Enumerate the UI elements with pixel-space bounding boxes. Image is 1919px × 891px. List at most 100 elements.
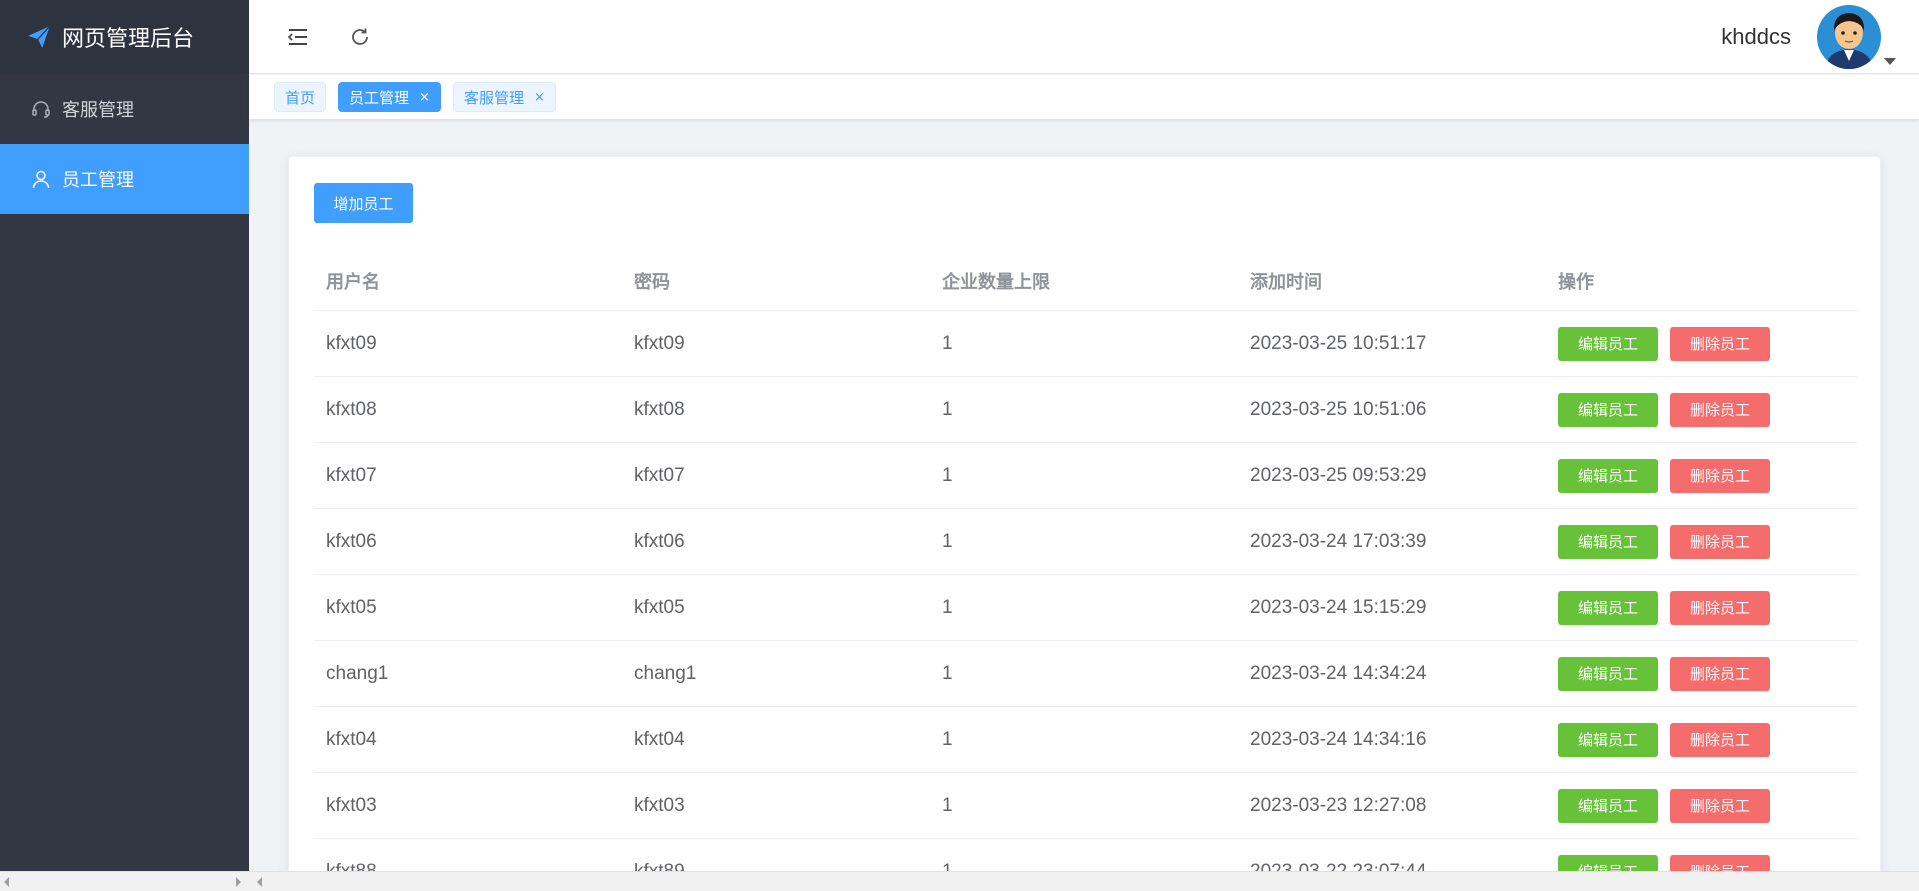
cell-username: chang1: [326, 662, 389, 684]
sidebar-item-label: 员工管理: [62, 170, 134, 191]
cell-password: kfxt04: [634, 728, 685, 750]
sidebar-item-employee[interactable]: 员工管理: [0, 144, 249, 214]
tag-home[interactable]: 首页: [274, 82, 327, 112]
edit-employee-button[interactable]: 编辑员工: [1558, 656, 1658, 691]
cell-password: kfxt03: [634, 794, 685, 816]
cell-username: kfxt05: [326, 596, 377, 618]
scroll-right-icon[interactable]: [236, 877, 241, 887]
cell-username: kfxt09: [326, 332, 377, 354]
cell-limit: 1: [942, 464, 953, 486]
cell-password: kfxt06: [634, 530, 685, 552]
tags-bar: 首页 员工管理 × 客服管理 ×: [249, 75, 1919, 119]
cell-actions: 编辑员工删除员工: [1546, 656, 1857, 691]
sidebar: 网页管理后台 客服管理 员工管理: [0, 0, 249, 871]
user-icon: [30, 168, 52, 190]
edit-employee-button[interactable]: 编辑员工: [1558, 392, 1658, 427]
cell-time: 2023-03-24 17:03:39: [1250, 530, 1427, 552]
edit-employee-button[interactable]: 编辑员工: [1558, 788, 1658, 823]
table-row: kfxt09 kfxt09 1 2023-03-25 10:51:17 编辑员工 删除员工: [314, 311, 1857, 377]
refresh-icon[interactable]: [345, 22, 375, 52]
close-icon[interactable]: ×: [419, 90, 430, 105]
tag-employee[interactable]: 员工管理 ×: [338, 82, 441, 112]
horizontal-scrollbar[interactable]: [0, 871, 1919, 891]
cell-username: kfxt03: [326, 794, 377, 816]
caret-down-icon[interactable]: [1884, 58, 1896, 65]
user-name[interactable]: khddcs: [1721, 24, 1791, 50]
edit-employee-button[interactable]: 编辑员工: [1558, 590, 1658, 625]
cell-time: 2023-03-25 09:53:29: [1250, 464, 1427, 486]
edit-employee-button[interactable]: 编辑员工: [1558, 326, 1658, 361]
avatar[interactable]: [1817, 5, 1881, 69]
cell-limit: 1: [942, 596, 953, 618]
cell-password: kfxt09: [634, 332, 685, 354]
table-body: kfxt09 kfxt09 1 2023-03-25 10:51:17 编辑员工 删除员工…: [314, 311, 1857, 891]
sidebar-item-customer-service[interactable]: 客服管理: [0, 74, 249, 144]
delete-employee-button[interactable]: 删除员工: [1670, 590, 1770, 625]
sidebar-item-label: 客服管理: [62, 100, 134, 121]
close-icon[interactable]: ×: [534, 90, 545, 105]
cell-actions: 编辑员工删除员工: [1546, 392, 1857, 427]
cell-limit: 1: [942, 728, 953, 750]
edit-employee-button[interactable]: 编辑员工: [1558, 458, 1658, 493]
table-header: 用户名 密码 企业数量上限 添加时间 操作: [314, 251, 1857, 311]
brand-title: 网页管理后台: [62, 27, 195, 52]
cell-username: kfxt06: [326, 530, 377, 552]
cell-limit: 1: [942, 662, 953, 684]
column-header-limit: 企业数量上限: [942, 271, 1050, 293]
tag-label: 客服管理: [463, 88, 524, 107]
delete-employee-button[interactable]: 删除员工: [1670, 458, 1770, 493]
delete-employee-button[interactable]: 删除员工: [1670, 656, 1770, 691]
headset-icon: [30, 98, 52, 120]
column-header-time: 添加时间: [1250, 271, 1322, 293]
delete-employee-button[interactable]: 删除员工: [1670, 392, 1770, 427]
cell-password: kfxt05: [634, 596, 685, 618]
cell-time: 2023-03-25 10:51:17: [1250, 332, 1427, 354]
table-row: kfxt06 kfxt06 1 2023-03-24 17:03:39 编辑员工 删除员工: [314, 509, 1857, 575]
delete-employee-button[interactable]: 删除员工: [1670, 722, 1770, 757]
employee-table: 用户名 密码 企业数量上限 添加时间 操作 kfxt09 kfxt09 1 2023-…: [314, 251, 1857, 891]
cell-limit: 1: [942, 398, 953, 420]
column-header-password: 密码: [634, 271, 670, 293]
cell-username: kfxt04: [326, 728, 377, 750]
cell-limit: 1: [942, 794, 953, 816]
tag-customer-service[interactable]: 客服管理 ×: [452, 82, 556, 112]
table-row: kfxt04 kfxt04 1 2023-03-24 14:34:16 编辑员工 删除员工: [314, 707, 1857, 773]
cell-time: 2023-03-24 14:34:24: [1250, 662, 1427, 684]
column-header-username: 用户名: [326, 271, 380, 293]
cell-limit: 1: [942, 530, 953, 552]
cell-actions: 编辑员工删除员工: [1546, 326, 1857, 361]
cell-username: kfxt07: [326, 464, 377, 486]
delete-employee-button[interactable]: 删除员工: [1670, 524, 1770, 559]
cell-actions: 编辑员工删除员工: [1546, 590, 1857, 625]
cell-actions: 编辑员工删除员工: [1546, 524, 1857, 559]
scroll-left-icon[interactable]: [4, 877, 9, 887]
cell-time: 2023-03-24 15:15:29: [1250, 596, 1427, 618]
table-row: kfxt08 kfxt08 1 2023-03-25 10:51:06 编辑员工 删除员工: [314, 377, 1857, 443]
tag-label: 员工管理: [349, 88, 410, 107]
table-row: chang1 chang1 1 2023-03-24 14:34:24 编辑员工 删除员工: [314, 641, 1857, 707]
menu-fold-icon[interactable]: [283, 22, 313, 52]
add-employee-button[interactable]: 增加员工: [314, 183, 413, 223]
scroll-left-icon[interactable]: [257, 877, 262, 887]
cell-time: 2023-03-23 12:27:08: [1250, 794, 1427, 816]
edit-employee-button[interactable]: 编辑员工: [1558, 722, 1658, 757]
cell-password: kfxt07: [634, 464, 685, 486]
cell-actions: 编辑员工删除员工: [1546, 722, 1857, 757]
cell-time: 2023-03-25 10:51:06: [1250, 398, 1427, 420]
delete-employee-button[interactable]: 删除员工: [1670, 788, 1770, 823]
edit-employee-button[interactable]: 编辑员工: [1558, 524, 1658, 559]
cell-username: kfxt08: [326, 398, 377, 420]
employee-card: 增加员工 用户名 密码 企业数量上限 添加时间 操作 kfxt09 kfxt09 1…: [288, 156, 1881, 891]
cell-password: chang1: [634, 662, 697, 684]
cell-limit: 1: [942, 332, 953, 354]
column-header-actions: 操作: [1558, 271, 1594, 293]
delete-employee-button[interactable]: 删除员工: [1670, 326, 1770, 361]
table-row: kfxt05 kfxt05 1 2023-03-24 15:15:29 编辑员工 删除员工: [314, 575, 1857, 641]
cell-time: 2023-03-24 14:34:16: [1250, 728, 1427, 750]
table-row: kfxt03 kfxt03 1 2023-03-23 12:27:08 编辑员工 删除员工: [314, 773, 1857, 839]
cell-actions: 编辑员工删除员工: [1546, 788, 1857, 823]
brand: 网页管理后台: [0, 0, 249, 74]
table-row: kfxt07 kfxt07 1 2023-03-25 09:53:29 编辑员工 删除员工: [314, 443, 1857, 509]
cell-actions: 编辑员工删除员工: [1546, 458, 1857, 493]
cell-password: kfxt08: [634, 398, 685, 420]
